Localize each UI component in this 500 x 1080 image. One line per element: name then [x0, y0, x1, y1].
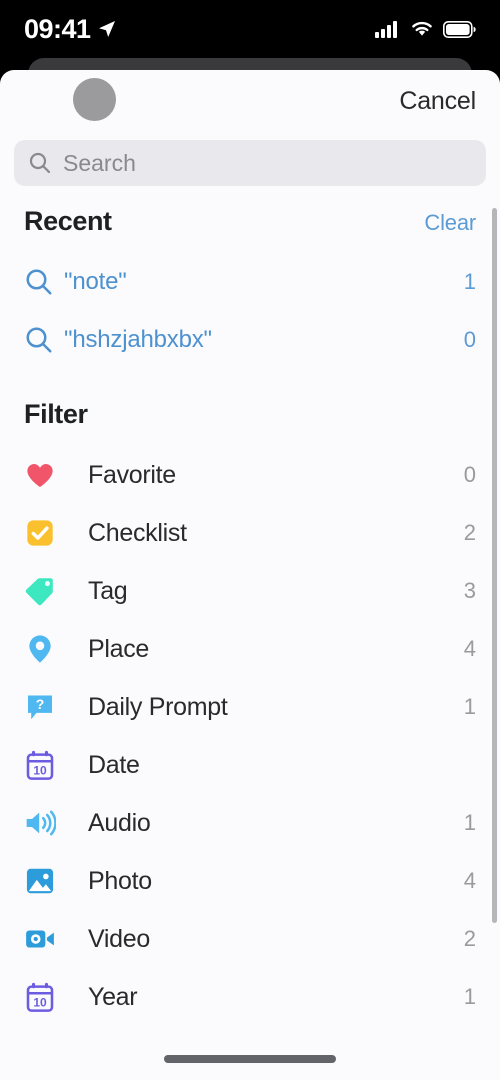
- speaker-icon: [24, 807, 66, 839]
- svg-text:?: ?: [36, 696, 45, 712]
- filter-item-label: Tag: [88, 576, 128, 605]
- svg-text:10: 10: [33, 995, 47, 1009]
- recent-item-label: "note": [64, 268, 127, 295]
- recent-item-0[interactable]: "note" 1: [0, 253, 500, 311]
- phone-screen: 09:41 Cancel Search Recent Clear "note" …: [0, 0, 500, 1080]
- scroll-content[interactable]: Recent Clear "note" 1 "hshzjahbxbx" 0 Fi…: [0, 206, 500, 1080]
- filter-item-favorite[interactable]: Favorite 0: [0, 446, 500, 504]
- calendar-icon: 10: [24, 981, 66, 1013]
- filter-item-count: 1: [463, 694, 476, 719]
- filter-item-count: 4: [463, 636, 476, 661]
- filter-item-count: 1: [463, 984, 476, 1009]
- filter-item-label: Favorite: [88, 460, 176, 489]
- avatar[interactable]: [73, 78, 116, 121]
- filter-item-label: Checklist: [88, 518, 187, 547]
- sheet-header: Cancel: [0, 70, 500, 140]
- filter-title: Filter: [24, 399, 88, 429]
- filter-item-count: 4: [463, 868, 476, 893]
- filter-item-label: Photo: [88, 866, 152, 895]
- calendar-icon: 10: [24, 749, 66, 781]
- filter-item-label: Date: [88, 750, 140, 779]
- status-bar: 09:41: [0, 0, 500, 58]
- filter-item-label: Year: [88, 982, 138, 1011]
- battery-full-icon: [443, 20, 476, 38]
- cellular-bars-icon: [375, 21, 397, 38]
- filter-item-year[interactable]: 10 Year 1: [0, 968, 500, 1026]
- status-indicators: [375, 20, 476, 38]
- filter-item-count: 3: [463, 578, 476, 603]
- search-sheet: Cancel Recent Clear: [0, 70, 500, 1080]
- video-camera-icon: [24, 923, 66, 955]
- question-bubble-icon: ?: [24, 691, 66, 723]
- status-time-text: 09:41: [24, 13, 91, 44]
- map-pin-icon: [24, 633, 66, 665]
- filter-item-label: Place: [88, 634, 150, 663]
- heart-icon: [24, 459, 66, 491]
- recent-item-1[interactable]: "hshzjahbxbx" 0: [0, 311, 500, 369]
- search-icon: [24, 267, 64, 297]
- filter-item-checklist[interactable]: Checklist 2: [0, 504, 500, 562]
- filter-item-daily-prompt[interactable]: ? Daily Prompt 1: [0, 678, 500, 736]
- filter-item-audio[interactable]: Audio 1: [0, 794, 500, 852]
- recent-title: Recent: [24, 206, 112, 236]
- filter-item-label: Daily Prompt: [88, 692, 228, 721]
- search-icon: [24, 325, 64, 355]
- filter-section-header: Filter: [0, 399, 500, 430]
- filter-item-label: Video: [88, 924, 150, 953]
- wifi-icon: [412, 21, 432, 36]
- scrollbar[interactable]: [492, 208, 497, 923]
- cancel-button[interactable]: Cancel: [399, 87, 476, 116]
- filter-item-place[interactable]: Place 4: [0, 620, 500, 678]
- filter-item-video[interactable]: Video 2: [0, 910, 500, 968]
- search-field[interactable]: [14, 140, 486, 186]
- location-arrow-icon: [98, 21, 115, 37]
- recent-item-count: 1: [463, 269, 476, 294]
- filter-item-label: Audio: [88, 808, 151, 837]
- filter-item-tag[interactable]: Tag 3: [0, 562, 500, 620]
- filter-item-photo[interactable]: Photo 4: [0, 852, 500, 910]
- filter-item-count: 2: [463, 926, 476, 951]
- filter-item-count: 1: [463, 810, 476, 835]
- tag-icon: [24, 575, 66, 607]
- photo-icon: [24, 865, 66, 897]
- filter-item-date[interactable]: 10 Date: [0, 736, 500, 794]
- checkmark-box-icon: [24, 517, 66, 549]
- search-input[interactable]: [63, 149, 472, 177]
- recent-item-count: 0: [463, 327, 476, 352]
- search-icon: [29, 152, 51, 174]
- filter-item-count: 0: [463, 462, 476, 487]
- status-time-group: 09:41: [24, 14, 117, 45]
- search-bar-container: [0, 140, 500, 186]
- home-indicator[interactable]: [164, 1055, 336, 1063]
- recent-item-label: "hshzjahbxbx": [64, 326, 212, 353]
- svg-text:10: 10: [33, 763, 47, 777]
- clear-recent-button[interactable]: Clear: [424, 210, 476, 236]
- recent-section-header: Recent Clear: [0, 206, 500, 237]
- filter-item-count: 2: [463, 520, 476, 545]
